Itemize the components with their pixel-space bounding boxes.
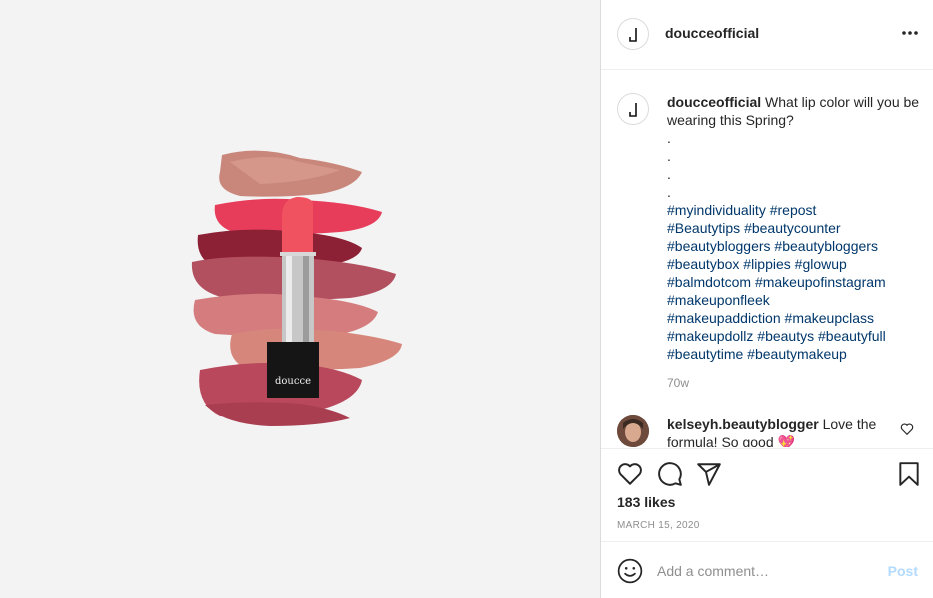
heart-icon[interactable]	[900, 422, 914, 436]
hashtag-link[interactable]: #beautybloggers	[774, 238, 878, 254]
hashtag-link[interactable]: #glowup	[795, 256, 847, 272]
hashtag-link[interactable]: #lippies	[743, 256, 790, 272]
share-icon[interactable]	[696, 461, 722, 487]
doucce-logo-icon	[629, 103, 637, 117]
post-side-panel: doucceofficial doucceofficial What lip c…	[600, 0, 933, 598]
caption-dot: .	[667, 130, 671, 146]
hashtag-link[interactable]: #makeupclass	[785, 310, 875, 326]
hashtag-link[interactable]: #makeupofinstagram	[755, 274, 886, 290]
caption-dot: .	[667, 166, 671, 182]
avatar[interactable]	[617, 18, 649, 50]
post-header: doucceofficial	[601, 0, 933, 70]
post-date[interactable]: MARCH 15, 2020	[617, 520, 700, 531]
hashtag-link[interactable]: #Beautytips	[667, 220, 740, 236]
comments-list[interactable]: doucceofficial What lip color will you b…	[601, 71, 933, 447]
comment-body: kelseyh.beautyblogger Love the formula! …	[667, 415, 887, 447]
more-options-icon[interactable]	[900, 23, 920, 43]
post-image[interactable]: doucce	[0, 0, 600, 598]
hashtag-link[interactable]: #repost	[770, 202, 817, 218]
doucce-logo-icon	[629, 28, 637, 42]
comment-item: kelseyh.beautyblogger Love the formula! …	[601, 411, 933, 447]
caption-dots: . . . .	[667, 129, 922, 201]
hashtag-link[interactable]: #makeupaddiction	[667, 310, 781, 326]
hashtag-link[interactable]: #beautybloggers	[667, 238, 771, 254]
commenter-photo	[617, 415, 649, 447]
add-comment-bar: Post	[601, 541, 933, 598]
caption-avatar[interactable]	[617, 93, 649, 125]
lipstick-brand-text: doucce	[275, 376, 311, 387]
hashtag-link[interactable]: #beautybox	[667, 256, 739, 272]
hashtag-link[interactable]: #balmdotcom	[667, 274, 751, 290]
hashtag-link[interactable]: #beautymakeup	[747, 346, 847, 362]
caption-dot: .	[667, 184, 671, 200]
hashtag-link[interactable]: #beautyfull	[818, 328, 886, 344]
comment-input[interactable]	[657, 560, 877, 582]
caption-dot: .	[667, 148, 671, 164]
heart-icon[interactable]	[617, 461, 643, 487]
caption-timestamp[interactable]: 70w	[667, 376, 689, 390]
hashtag-link[interactable]: #makeuponfleek	[667, 292, 770, 308]
lipstick-photo: doucce	[0, 0, 600, 598]
caption-body: doucceofficial What lip color will you b…	[667, 93, 922, 363]
caption-username[interactable]: doucceofficial	[667, 94, 761, 110]
post-comment-button[interactable]: Post	[888, 563, 918, 579]
commenter-avatar[interactable]	[617, 415, 649, 447]
comment-icon[interactable]	[657, 461, 683, 487]
post-username[interactable]: doucceofficial	[665, 25, 759, 41]
hashtag-link[interactable]: #beautys	[757, 328, 814, 344]
bookmark-icon[interactable]	[896, 461, 922, 487]
hashtag-list: #myindividuality #repost #Beautytips #be…	[667, 201, 922, 363]
hashtag-link[interactable]: #beautytime	[667, 346, 743, 362]
hashtag-link[interactable]: #beautycounter	[744, 220, 841, 236]
hashtag-link[interactable]: #makeupdollz	[667, 328, 753, 344]
comment-username[interactable]: kelseyh.beautyblogger	[667, 416, 819, 432]
post-actions: 183 likes MARCH 15, 2020	[601, 448, 933, 541]
hashtag-link[interactable]: #myindividuality	[667, 202, 766, 218]
likes-count[interactable]: 183 likes	[617, 494, 675, 510]
emoji-icon[interactable]	[617, 558, 643, 584]
